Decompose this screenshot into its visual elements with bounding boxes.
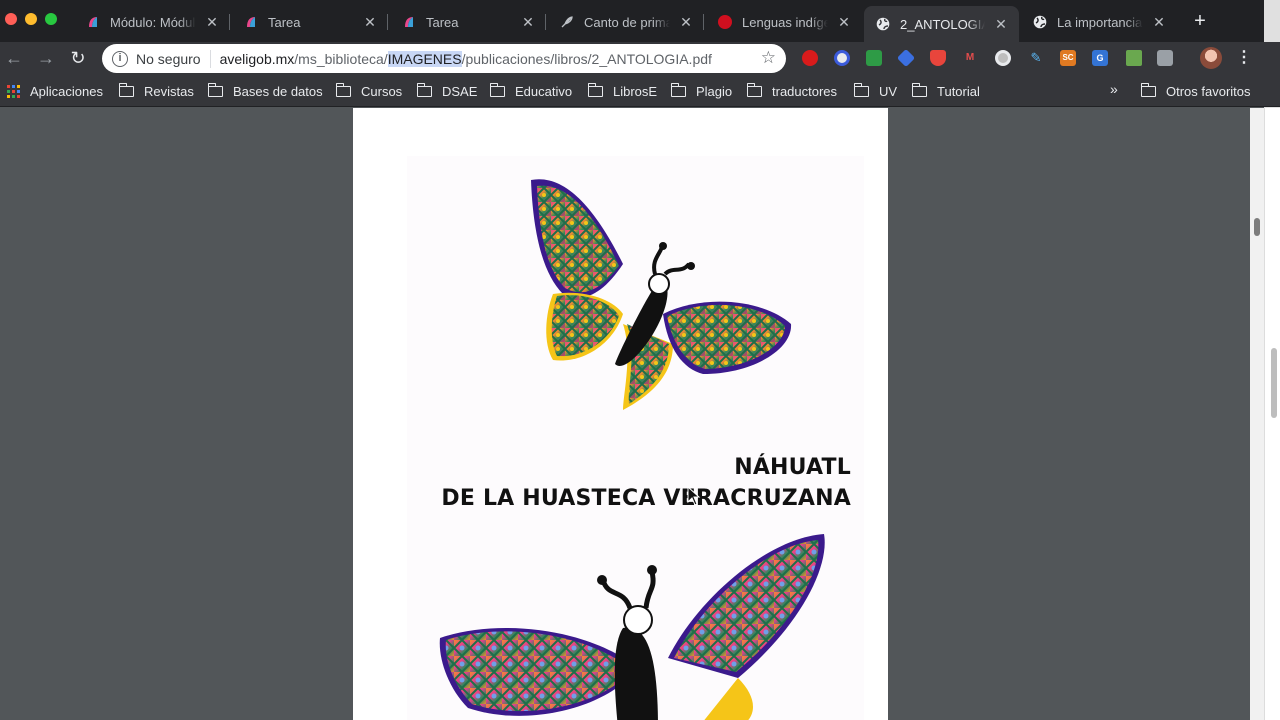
pdf-page: NÁHUATL DE LA HUASTECA VERACRUZANA bbox=[353, 108, 888, 720]
tab-tarea-1[interactable]: Tarea ✕ bbox=[232, 6, 388, 38]
bookmark-apps[interactable]: Aplicaciones bbox=[7, 82, 103, 100]
canvas-icon bbox=[402, 15, 416, 29]
extension-red-icon[interactable] bbox=[802, 50, 818, 66]
butterfly-illustration-top bbox=[531, 179, 792, 410]
translate-icon[interactable]: G bbox=[1092, 50, 1108, 66]
tab-2-antologia[interactable]: 2_ANTOLOGIA.p ✕ bbox=[864, 6, 1019, 42]
extension-green-icon[interactable] bbox=[866, 50, 882, 66]
tab-la-importancia[interactable]: La importancia d ✕ bbox=[1021, 6, 1177, 38]
bookmark-folder-dsae[interactable]: DSAE bbox=[416, 82, 477, 100]
bookmarks-bar: Aplicaciones Revistas Bases de datos Cur… bbox=[0, 75, 1280, 107]
scrollbar-thumb[interactable] bbox=[1254, 218, 1260, 236]
document-title: NÁHUATL DE LA HUASTECA VERACRUZANA bbox=[441, 452, 851, 514]
close-icon[interactable]: ✕ bbox=[993, 16, 1009, 33]
folder-icon bbox=[207, 82, 223, 97]
url-host: aveligob.mx bbox=[219, 50, 295, 67]
menu-icon[interactable]: ⋮ bbox=[1236, 47, 1252, 67]
url-highlight: IMAGENES bbox=[387, 50, 462, 67]
url-path-rest: /publicaciones/libros/2_ANTOLOGIA.pdf bbox=[461, 50, 712, 67]
folder-icon bbox=[853, 82, 869, 97]
bookmarks-overflow-button[interactable]: » bbox=[1110, 81, 1118, 97]
toolbar: ← → ↻ i No seguro aveligob.mx/ms_bibliot… bbox=[0, 42, 1280, 75]
close-icon[interactable]: ✕ bbox=[1151, 14, 1167, 31]
reload-button[interactable]: ↻ bbox=[66, 47, 90, 71]
tab-tarea-2[interactable]: Tarea ✕ bbox=[390, 6, 546, 38]
tab-lenguas-indigenas[interactable]: Lenguas indígen ✕ bbox=[706, 6, 862, 38]
mouse-cursor-icon bbox=[687, 486, 701, 506]
bookmark-folder-uv[interactable]: UV bbox=[853, 82, 897, 100]
close-icon[interactable]: ✕ bbox=[678, 14, 694, 31]
fullscreen-window-button[interactable] bbox=[45, 13, 57, 25]
canvas-icon bbox=[244, 15, 258, 29]
new-tab-button[interactable]: + bbox=[1188, 10, 1212, 34]
back-button[interactable]: ← bbox=[2, 47, 26, 71]
folder-icon bbox=[587, 82, 603, 97]
bookmark-folder-revistas[interactable]: Revistas bbox=[118, 82, 194, 100]
bookmark-folder-librose[interactable]: LibrosE bbox=[587, 82, 657, 100]
close-icon[interactable]: ✕ bbox=[204, 14, 220, 31]
bookmark-folder-tutorial[interactable]: Tutorial bbox=[911, 82, 980, 100]
butterfly-illustration-bottom bbox=[439, 534, 825, 720]
folder-icon bbox=[1140, 82, 1156, 97]
side-scrollbar-thumb[interactable] bbox=[1271, 348, 1277, 418]
folder-icon bbox=[746, 82, 762, 97]
folder-icon bbox=[335, 82, 351, 97]
close-icon[interactable]: ✕ bbox=[362, 14, 378, 31]
extension-sc-icon[interactable]: SC bbox=[1060, 50, 1076, 66]
close-icon[interactable]: ✕ bbox=[836, 14, 852, 31]
extension-m-icon[interactable]: M bbox=[962, 50, 978, 66]
avatar[interactable] bbox=[1200, 47, 1222, 69]
extension-shield-icon[interactable] bbox=[930, 50, 946, 66]
url-path: /ms_biblioteca/ bbox=[294, 50, 388, 67]
bookmark-folder-traductores[interactable]: traductores bbox=[746, 82, 837, 100]
tab-modulo[interactable]: Módulo: Módulo ✕ bbox=[74, 6, 230, 38]
globe-icon bbox=[1033, 15, 1047, 29]
bookmark-folder-cursos[interactable]: Cursos bbox=[335, 82, 402, 100]
globe-icon bbox=[876, 17, 890, 31]
extension-blue-ring-icon[interactable] bbox=[834, 50, 850, 66]
title-line-2: DE LA HUASTECA VERACRUZANA bbox=[441, 486, 851, 511]
address-bar[interactable]: i No seguro aveligob.mx/ms_biblioteca/IM… bbox=[102, 44, 786, 73]
extension-diamond-icon[interactable] bbox=[896, 48, 916, 68]
close-icon[interactable]: ✕ bbox=[520, 14, 536, 31]
minimize-window-button[interactable] bbox=[25, 13, 37, 25]
extension-puzzle-icon[interactable] bbox=[1126, 50, 1142, 66]
close-window-button[interactable] bbox=[5, 13, 17, 25]
pen-icon[interactable]: ✎ bbox=[1028, 50, 1044, 66]
folder-icon bbox=[670, 82, 686, 97]
folder-icon bbox=[911, 82, 927, 97]
canvas-icon bbox=[86, 15, 100, 29]
security-label[interactable]: No seguro bbox=[136, 51, 201, 67]
title-line-1: NÁHUATL bbox=[734, 455, 851, 480]
red-circle-icon bbox=[718, 15, 732, 29]
apps-grid-icon bbox=[7, 84, 20, 98]
pdf-viewer[interactable]: NÁHUATL DE LA HUASTECA VERACRUZANA bbox=[0, 108, 1250, 720]
forward-button[interactable]: → bbox=[34, 47, 58, 71]
folder-icon bbox=[489, 82, 505, 97]
bookmark-folder-educativo[interactable]: Educativo bbox=[489, 82, 572, 100]
folder-icon bbox=[416, 82, 432, 97]
folder-icon bbox=[118, 82, 134, 97]
bookmark-folder-bases-de-datos[interactable]: Bases de datos bbox=[207, 82, 323, 100]
tab-strip: Módulo: Módulo ✕ Tarea ✕ Tarea ✕ Canto d… bbox=[0, 0, 1280, 42]
extension-gray-circle-icon[interactable] bbox=[995, 50, 1011, 66]
side-window-edge bbox=[1264, 108, 1280, 720]
bookmark-folder-plagio[interactable]: Plagio bbox=[670, 82, 732, 100]
tab-canto-de-primavera[interactable]: Canto de primav ✕ bbox=[548, 6, 704, 38]
camera-icon[interactable] bbox=[1157, 50, 1173, 66]
bookmark-folder-otros-favoritos[interactable]: Otros favoritos bbox=[1140, 82, 1251, 100]
feather-icon bbox=[560, 15, 574, 29]
viewer-scrollbar[interactable] bbox=[1250, 108, 1264, 720]
star-icon[interactable]: ☆ bbox=[761, 48, 776, 68]
info-icon[interactable]: i bbox=[112, 50, 128, 67]
